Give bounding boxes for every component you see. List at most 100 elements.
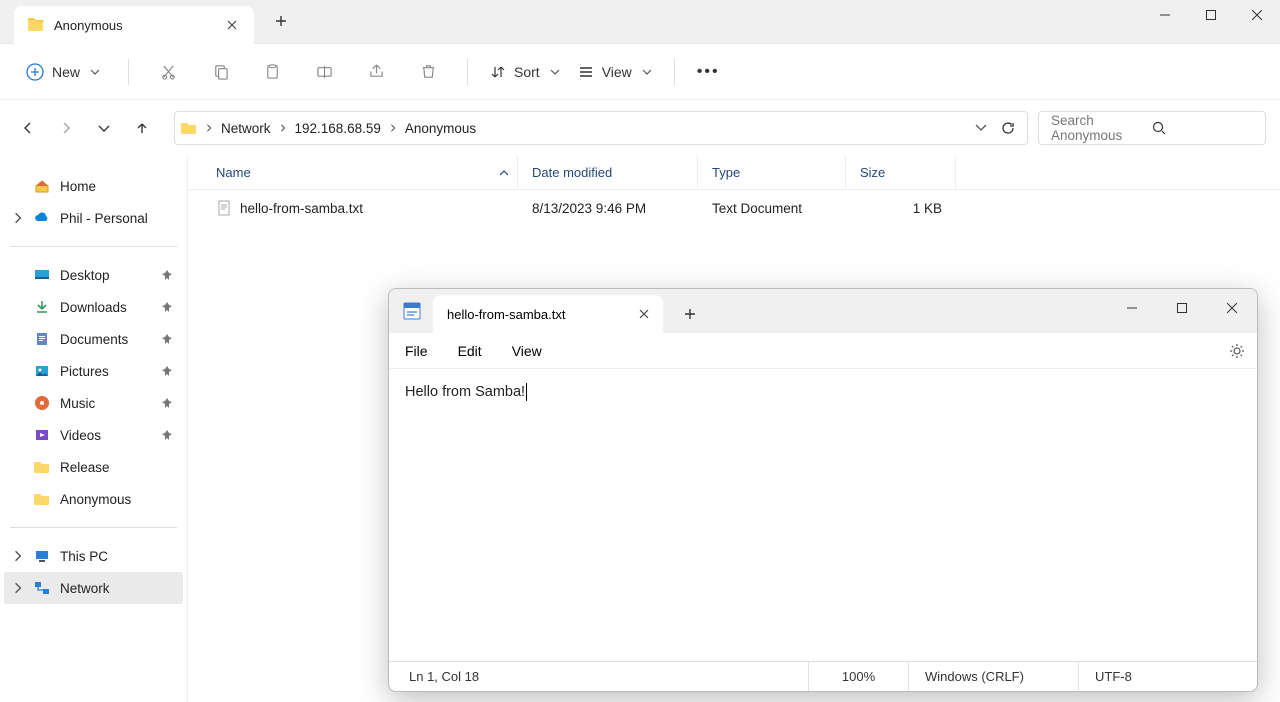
folder-icon (28, 17, 44, 33)
rename-icon[interactable] (307, 55, 341, 89)
breadcrumb-item[interactable]: 192.168.68.59 (295, 121, 381, 136)
minimize-button[interactable] (1142, 0, 1188, 30)
sidebar-item-desktop[interactable]: Desktop (4, 259, 183, 291)
sidebar-item-pictures[interactable]: Pictures (4, 355, 183, 387)
file-size: 1 KB (913, 201, 942, 216)
new-button[interactable]: New (20, 59, 106, 85)
explorer-sidebar: Home Phil - Personal Desktop Downloads D… (0, 156, 188, 702)
sidebar-item-downloads[interactable]: Downloads (4, 291, 183, 323)
status-zoom[interactable]: 100% (809, 662, 909, 691)
back-button[interactable] (14, 114, 42, 142)
crumb-arrow-icon[interactable] (389, 124, 397, 132)
notepad-tab-title: hello-from-samba.txt (447, 307, 639, 322)
forward-button[interactable] (52, 114, 80, 142)
share-icon[interactable] (359, 55, 393, 89)
column-headers: Name Date modified Type Size (188, 156, 1280, 190)
crumb-arrow-icon[interactable] (279, 124, 287, 132)
music-icon (34, 395, 50, 411)
notepad-titlebar[interactable]: hello-from-samba.txt (389, 289, 1257, 333)
recent-dropdown[interactable] (90, 114, 118, 142)
maximize-button[interactable] (1157, 293, 1207, 323)
refresh-icon[interactable] (1001, 121, 1015, 135)
close-window-button[interactable] (1207, 293, 1257, 323)
sort-button[interactable]: Sort (490, 64, 560, 80)
pictures-icon (34, 363, 50, 379)
documents-icon (34, 331, 50, 347)
search-icon (1152, 121, 1253, 135)
sidebar-item-release[interactable]: Release (4, 451, 183, 483)
desktop-icon (34, 267, 50, 283)
more-button[interactable]: ••• (697, 63, 720, 81)
notepad-editor[interactable]: Hello from Samba! (389, 369, 1257, 661)
view-label: View (602, 64, 632, 80)
textfile-icon (216, 200, 232, 216)
sidebar-item-home[interactable]: Home (4, 170, 183, 202)
search-placeholder: Search Anonymous (1051, 113, 1152, 143)
home-icon (34, 178, 50, 194)
folder-icon (181, 120, 197, 136)
col-date[interactable]: Date modified (518, 156, 698, 189)
breadcrumb-item[interactable]: Anonymous (405, 121, 476, 136)
chevron-right-icon[interactable] (12, 582, 24, 594)
status-encoding[interactable]: UTF-8 (1079, 662, 1257, 691)
minimize-button[interactable] (1107, 293, 1157, 323)
search-input[interactable]: Search Anonymous (1038, 111, 1266, 145)
new-tab-button[interactable] (264, 4, 298, 38)
up-button[interactable] (128, 114, 156, 142)
notepad-icon (401, 300, 423, 322)
menu-edit[interactable]: Edit (454, 339, 486, 363)
crumb-arrow-icon[interactable] (205, 124, 213, 132)
folder-icon (34, 459, 50, 475)
explorer-titlebar[interactable]: Anonymous (0, 0, 1280, 44)
history-dropdown-icon[interactable] (975, 124, 987, 132)
notepad-menubar: File Edit View (389, 333, 1257, 369)
download-icon (34, 299, 50, 315)
pc-icon (34, 548, 50, 564)
new-button-label: New (52, 64, 80, 80)
col-name[interactable]: Name (188, 156, 518, 189)
address-bar[interactable]: Network 192.168.68.59 Anonymous (174, 111, 1028, 145)
separator (674, 59, 675, 85)
sidebar-item-documents[interactable]: Documents (4, 323, 183, 355)
file-name: hello-from-samba.txt (240, 201, 363, 216)
explorer-navbar: Network 192.168.68.59 Anonymous Search A… (0, 100, 1280, 156)
chevron-right-icon[interactable] (12, 550, 24, 562)
copy-icon[interactable] (203, 55, 237, 89)
new-tab-button[interactable] (673, 295, 707, 333)
cut-icon[interactable] (151, 55, 185, 89)
sidebar-item-onedrive[interactable]: Phil - Personal (4, 202, 183, 234)
pin-icon (161, 397, 173, 409)
menu-view[interactable]: View (508, 339, 546, 363)
sidebar-item-music[interactable]: Music (4, 387, 183, 419)
status-position: Ln 1, Col 18 (389, 662, 809, 691)
file-type: Text Document (712, 201, 802, 216)
pin-icon (161, 301, 173, 313)
status-line-ending[interactable]: Windows (CRLF) (909, 662, 1079, 691)
breadcrumb-item[interactable]: Network (221, 121, 271, 136)
window-controls (1107, 293, 1257, 323)
gear-icon[interactable] (1229, 343, 1245, 359)
file-row[interactable]: hello-from-samba.txt 8/13/2023 9:46 PM T… (188, 190, 1280, 226)
paste-icon[interactable] (255, 55, 289, 89)
menu-file[interactable]: File (401, 339, 432, 363)
maximize-button[interactable] (1188, 0, 1234, 30)
separator (467, 59, 468, 85)
sort-indicator-icon (499, 168, 509, 178)
close-window-button[interactable] (1234, 0, 1280, 30)
chevron-right-icon[interactable] (12, 212, 24, 224)
explorer-tab[interactable]: Anonymous (14, 6, 254, 44)
view-button[interactable]: View (578, 64, 652, 80)
window-controls (1142, 0, 1280, 30)
col-type[interactable]: Type (698, 156, 846, 189)
onedrive-icon (34, 210, 50, 226)
sidebar-item-videos[interactable]: Videos (4, 419, 183, 451)
notepad-tab[interactable]: hello-from-samba.txt (433, 295, 663, 333)
close-icon[interactable] (224, 17, 240, 33)
sidebar-item-network[interactable]: Network (4, 572, 183, 604)
sidebar-item-thispc[interactable]: This PC (4, 540, 183, 572)
col-size[interactable]: Size (846, 156, 956, 189)
notepad-statusbar: Ln 1, Col 18 100% Windows (CRLF) UTF-8 (389, 661, 1257, 691)
sidebar-item-anonymous[interactable]: Anonymous (4, 483, 183, 515)
delete-icon[interactable] (411, 55, 445, 89)
close-icon[interactable] (639, 309, 649, 319)
